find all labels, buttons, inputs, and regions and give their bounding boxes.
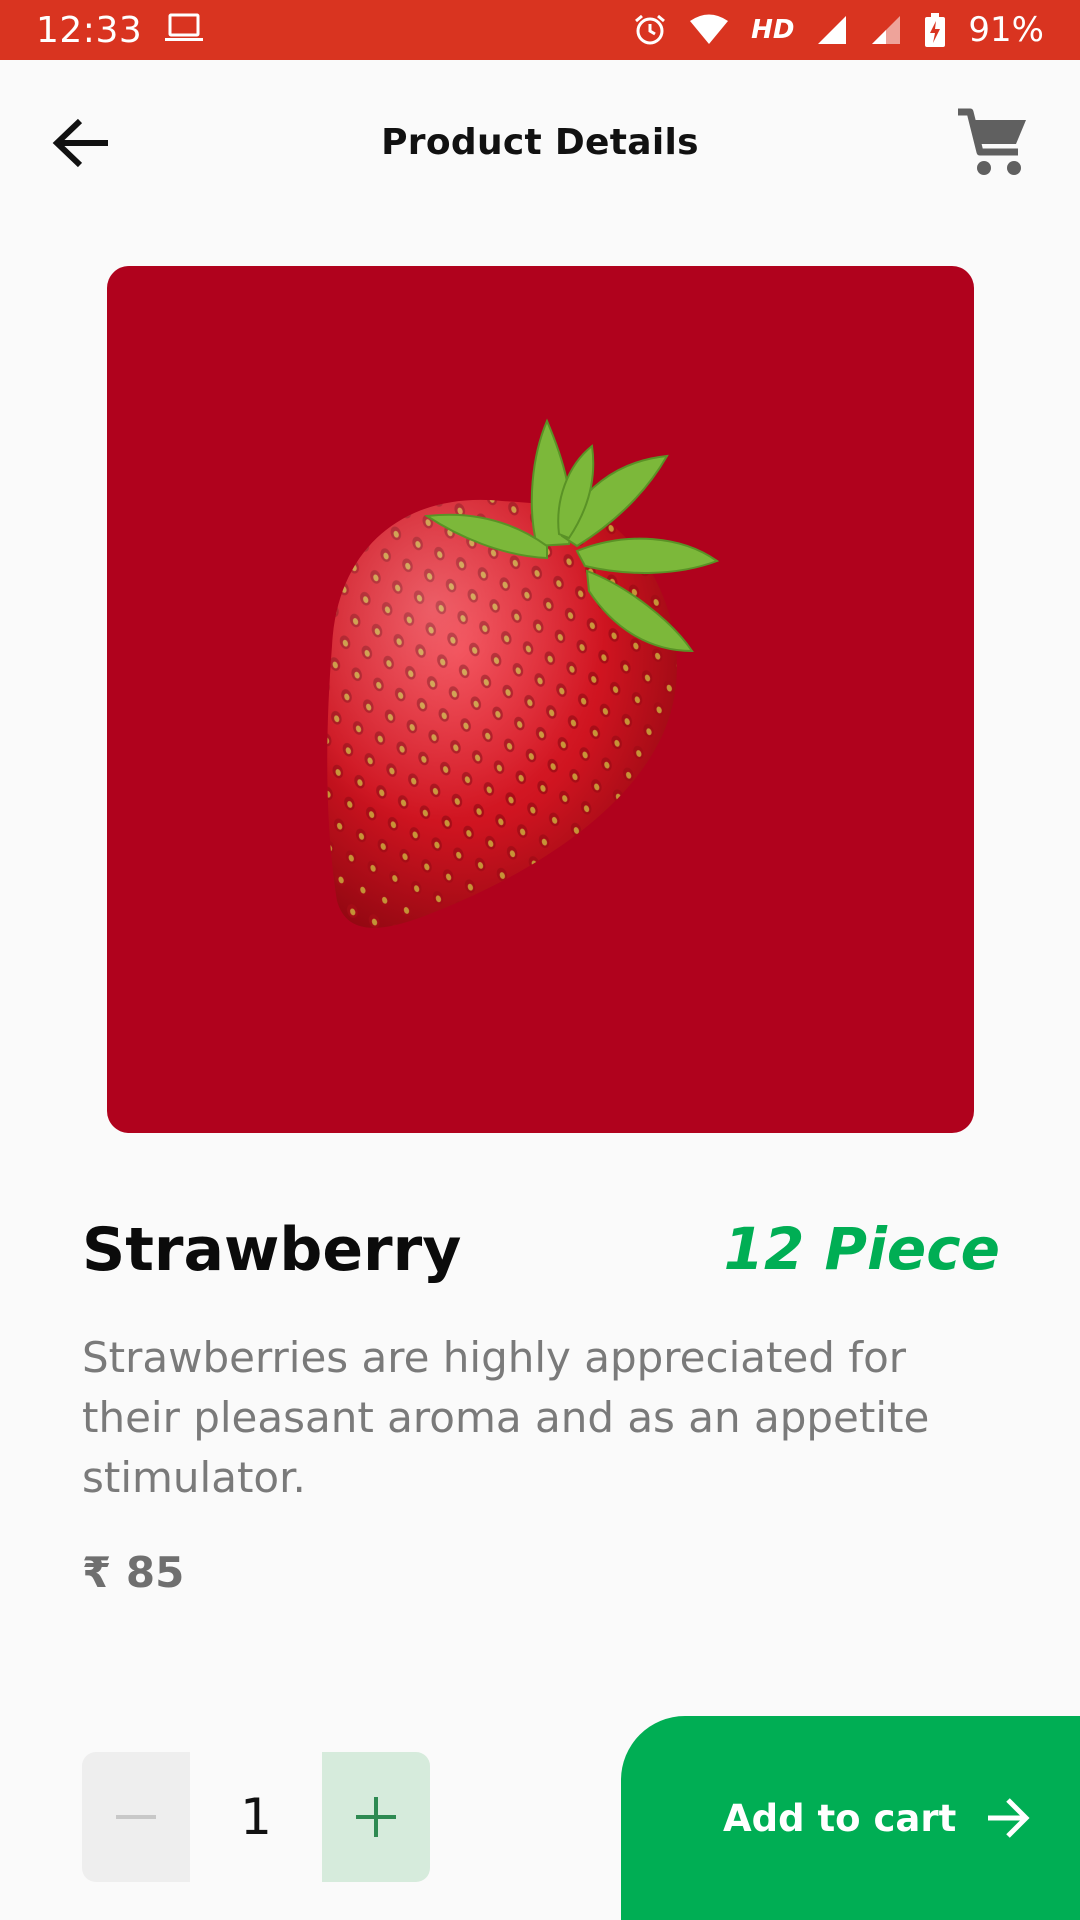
product-unit: 12 Piece	[723, 1215, 1000, 1283]
status-time: 12:33	[36, 9, 143, 51]
add-to-cart-button[interactable]: Add to cart	[621, 1716, 1080, 1920]
battery-charging-icon	[924, 13, 946, 47]
product-image	[107, 266, 974, 1133]
signal-icon-2	[870, 14, 902, 46]
plus-icon	[356, 1797, 396, 1837]
network-type: HD	[751, 15, 795, 45]
quantity-stepper: 1	[82, 1752, 430, 1882]
product-name: Strawberry	[82, 1215, 462, 1285]
decrease-quantity-button[interactable]	[82, 1752, 190, 1882]
wifi-icon	[689, 14, 729, 46]
add-to-cart-label: Add to cart	[723, 1796, 957, 1840]
back-button[interactable]	[50, 112, 112, 174]
battery-percent: 91%	[968, 10, 1044, 50]
arrow-back-icon	[52, 118, 108, 168]
laptop-icon	[164, 12, 204, 49]
signal-icon	[816, 14, 848, 46]
strawberry-image	[327, 418, 720, 928]
arrow-forward-icon	[988, 1798, 1030, 1838]
app-bar: Product Details	[0, 60, 1080, 225]
product-price: ₹ 85	[82, 1548, 185, 1597]
shopping-cart-icon	[958, 108, 1026, 175]
status-left: 12:33	[36, 10, 204, 51]
alarm-icon	[633, 13, 667, 47]
increase-quantity-button[interactable]	[322, 1752, 430, 1882]
product-description: Strawberries are highly appreciated for …	[82, 1333, 930, 1502]
minus-icon	[116, 1815, 156, 1819]
status-right: HD 91%	[633, 10, 1044, 50]
status-bar: 12:33 HD 91%	[0, 0, 1080, 60]
quantity-value: 1	[240, 1788, 272, 1846]
page-title: Product Details	[381, 122, 699, 163]
cart-button[interactable]	[954, 105, 1032, 183]
